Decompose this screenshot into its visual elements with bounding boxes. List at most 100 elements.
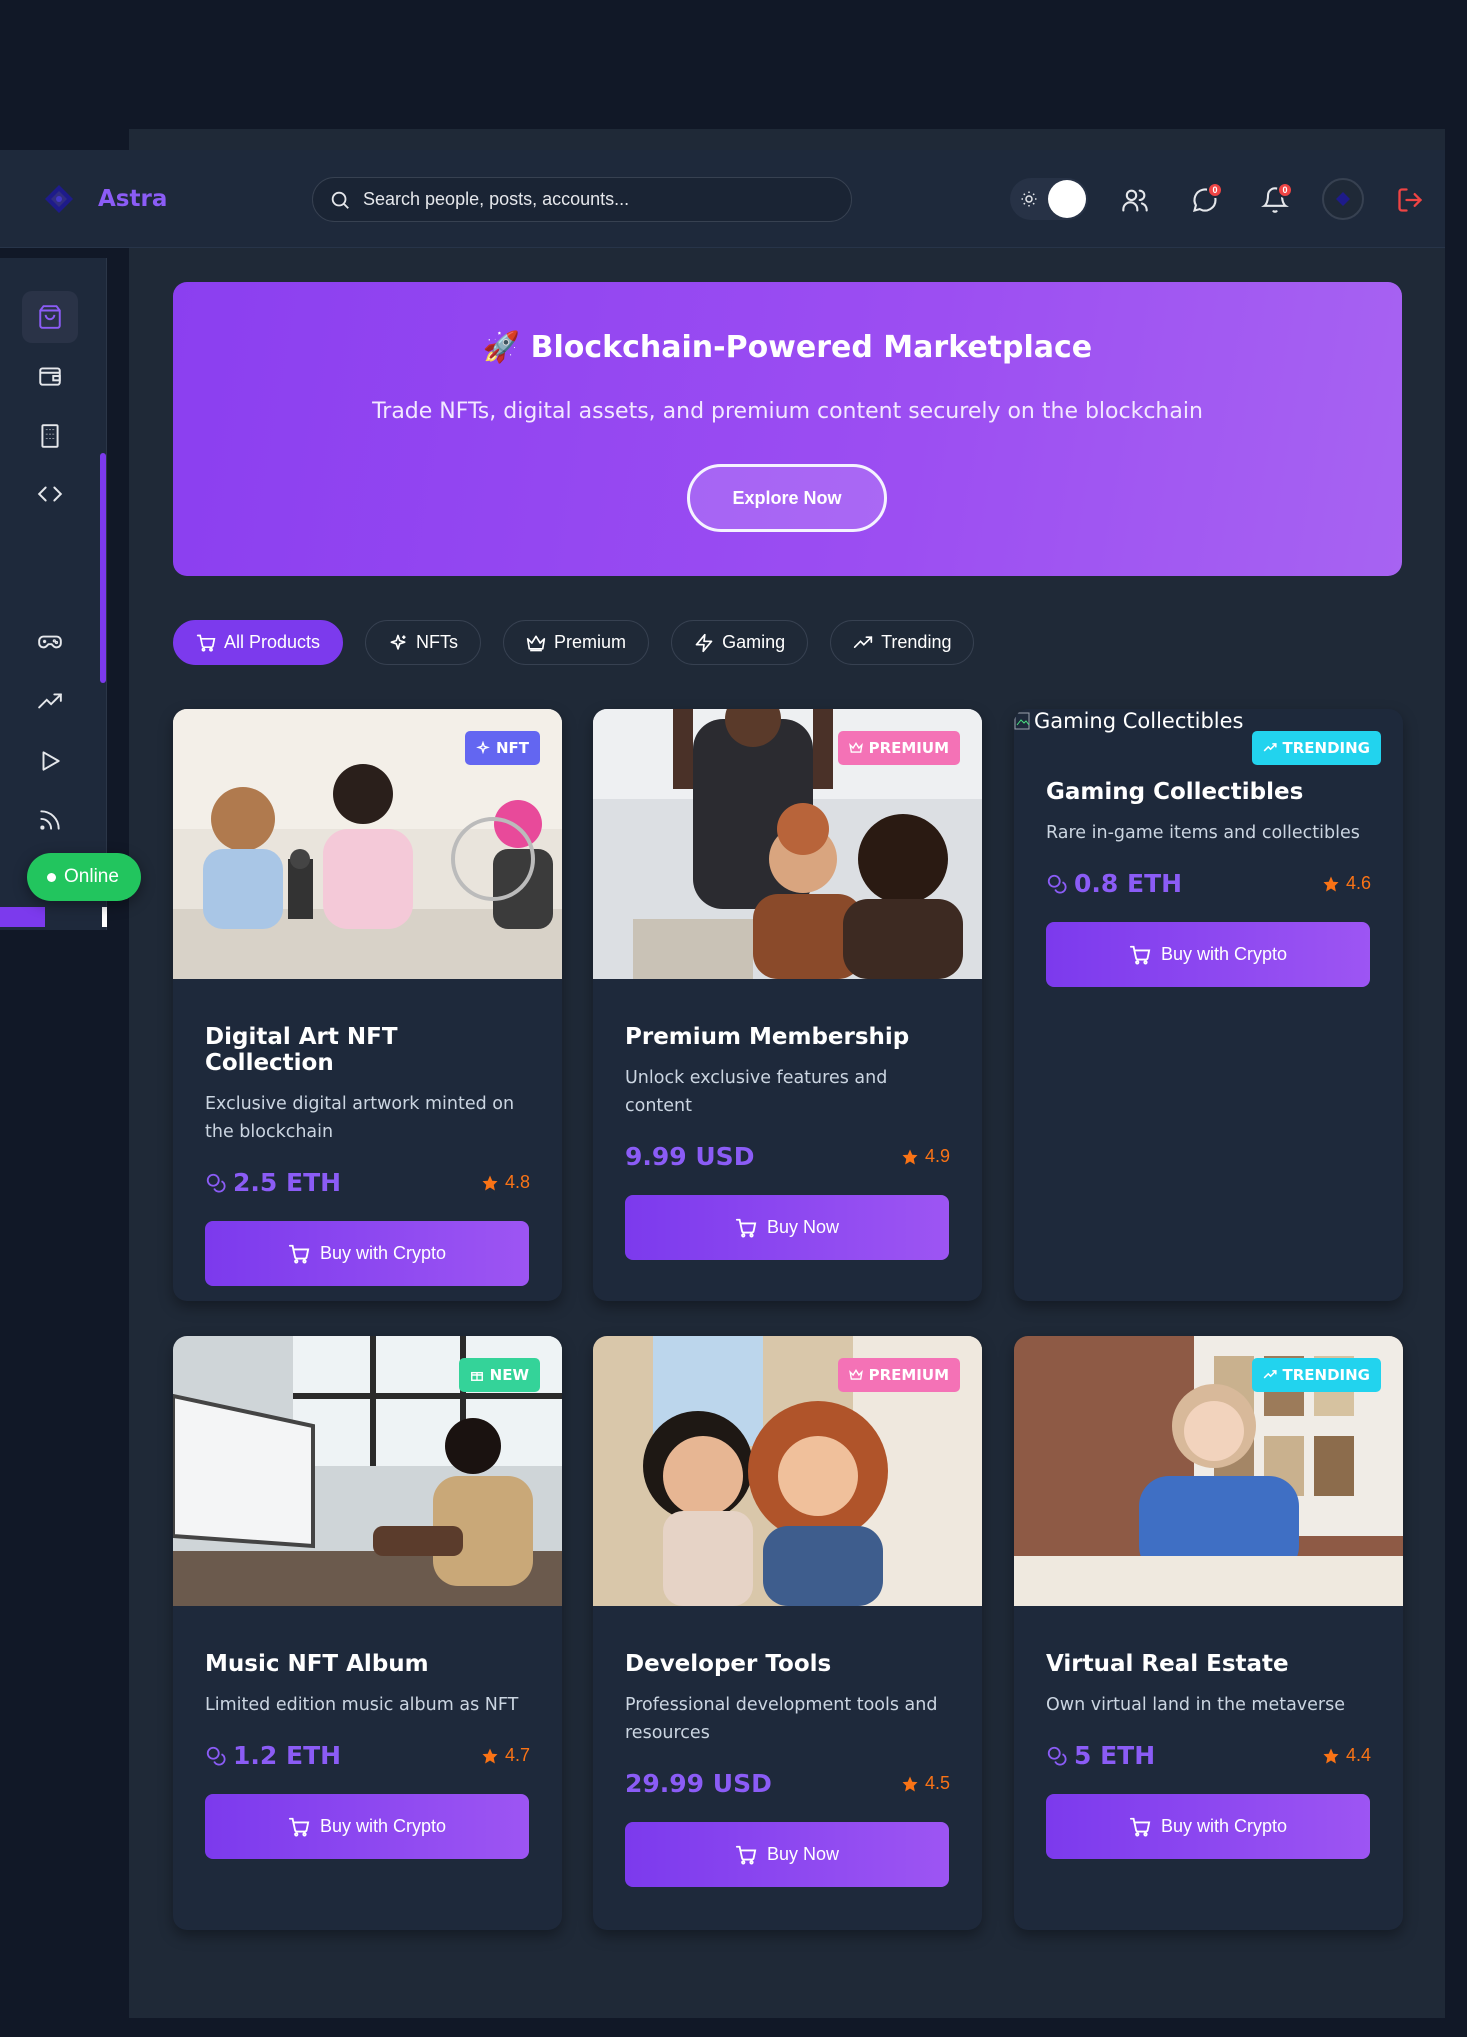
cart-icon: [735, 1845, 757, 1864]
rating-value: 4.6: [1345, 873, 1371, 893]
rating-value: 4.7: [504, 1745, 530, 1765]
sidebar-item-video[interactable]: [22, 735, 78, 787]
product-title: Virtual Real Estate: [1046, 1651, 1289, 1677]
filter-premium[interactable]: Premium: [503, 620, 650, 665]
notifications-button[interactable]: 0: [1255, 180, 1295, 220]
cart-icon: [288, 1244, 310, 1263]
buy-with-crypto-button[interactable]: Buy with Crypto: [1046, 1794, 1370, 1859]
toggle-knob: [1048, 180, 1086, 218]
hero-subtitle: Trade NFTs, digital assets, and premium …: [372, 399, 1203, 424]
product-card[interactable]: TRENDING Virtual Real Estate Own virtual…: [1014, 1336, 1403, 1930]
cart-icon: [288, 1817, 310, 1836]
avatar-logo-icon: [1336, 192, 1350, 206]
online-label: Online: [64, 866, 119, 887]
buy-with-crypto-button[interactable]: Buy with Crypto: [205, 1794, 529, 1859]
theme-toggle[interactable]: [1010, 178, 1088, 220]
search-input[interactable]: [363, 189, 833, 210]
product-description: Own virtual land in the metaverse: [1046, 1695, 1346, 1715]
button-label: Buy with Crypto: [319, 1243, 447, 1263]
filter-label: NFTs: [416, 632, 459, 652]
sparkles-icon: [390, 634, 406, 650]
price-value: 2.5 ETH: [233, 1168, 342, 1197]
horizontal-scrollbar-thumb[interactable]: [0, 907, 45, 927]
product-rating: 4.8: [481, 1172, 530, 1193]
sidebar-item-gaming[interactable]: [22, 616, 78, 668]
cart-icon: [735, 1218, 757, 1237]
product-image: NEW: [173, 1336, 562, 1606]
buy-with-crypto-button[interactable]: Buy with Crypto: [1046, 922, 1370, 987]
logout-button[interactable]: [1390, 180, 1430, 220]
product-image: PREMIUM: [593, 709, 982, 979]
sidebar-item-trending[interactable]: [22, 676, 78, 728]
sidebar-item-marketplace[interactable]: [22, 291, 78, 343]
buy-now-button[interactable]: Buy Now: [625, 1195, 949, 1260]
sidebar-scrollbar[interactable]: [100, 453, 106, 683]
product-price: 0.8 ETH: [1046, 869, 1182, 898]
product-tag: NFT: [464, 731, 540, 765]
gamepad-icon: [38, 635, 62, 649]
messages-button[interactable]: 0: [1185, 180, 1225, 220]
notifications-badge: 0: [1277, 182, 1293, 198]
product-price: 1.2 ETH: [205, 1741, 341, 1770]
product-rating: 4.4: [1322, 1745, 1371, 1766]
filter-nfts[interactable]: NFTs: [365, 620, 482, 665]
price-value: 9.99 USD: [625, 1142, 755, 1171]
star-icon: [482, 1175, 498, 1190]
sidebar-item-code[interactable]: [22, 468, 78, 520]
product-rating: 4.6: [1322, 873, 1371, 894]
crown-icon: [848, 742, 863, 753]
product-price: 9.99 USD: [625, 1142, 754, 1171]
sidebar-item-feed[interactable]: [22, 794, 78, 846]
building-icon: [41, 424, 59, 448]
price-value: 5 ETH: [1074, 1741, 1156, 1770]
star-icon: [902, 1776, 918, 1791]
buy-with-crypto-button[interactable]: Buy with Crypto: [205, 1221, 529, 1286]
price-value: 0.8 ETH: [1074, 869, 1183, 898]
trending-up-icon: [38, 693, 62, 709]
category-filters: All Products NFTs Premium Gaming Trendin…: [173, 620, 975, 665]
product-rating: 4.5: [901, 1773, 950, 1794]
sidebar-item-wallet[interactable]: [22, 350, 78, 402]
product-description: Exclusive digital artwork minted on the …: [205, 1094, 515, 1142]
product-card[interactable]: PREMIUM Premium Membership Unlock exclus…: [593, 709, 982, 1301]
filter-trending[interactable]: Trending: [830, 620, 975, 665]
product-tag: TRENDING: [1251, 1358, 1381, 1392]
play-icon: [42, 751, 60, 771]
users-icon: [1122, 189, 1148, 212]
product-card[interactable]: NEW Music NFT Album Limited edition musi…: [173, 1336, 562, 1930]
product-price: 29.99 USD: [625, 1769, 772, 1798]
product-image: TRENDING: [1014, 1336, 1403, 1606]
price-value: 29.99 USD: [625, 1769, 772, 1798]
logo[interactable]: Astra: [40, 180, 167, 218]
user-avatar[interactable]: [1322, 178, 1364, 220]
product-title: Premium Membership: [625, 1024, 910, 1050]
cart-icon: [1129, 1817, 1151, 1836]
filter-all-products[interactable]: All Products: [173, 620, 344, 665]
buy-now-button[interactable]: Buy Now: [625, 1822, 949, 1887]
product-card[interactable]: Gaming Collectibles TRENDING Gaming Coll…: [1014, 709, 1403, 1301]
product-card[interactable]: NFT Digital Art NFT Collection Exclusive…: [173, 709, 562, 1301]
product-card[interactable]: PREMIUM Developer Tools Professional dev…: [593, 1336, 982, 1930]
product-title: Digital Art NFT Collection: [205, 1024, 398, 1076]
tag-label: PREMIUM: [868, 739, 949, 757]
friends-button[interactable]: [1115, 180, 1155, 220]
coins-icon: [1047, 1746, 1067, 1766]
product-title: Developer Tools: [625, 1651, 832, 1677]
product-price: 2.5 ETH: [205, 1168, 341, 1197]
price-value: 1.2 ETH: [233, 1741, 342, 1770]
filter-gaming[interactable]: Gaming: [671, 620, 809, 665]
shopping-bag-icon: [39, 305, 61, 329]
coins-icon: [206, 1746, 226, 1766]
filter-label: Premium: [554, 632, 627, 652]
product-description: Rare in-game items and collectibles: [1046, 823, 1360, 843]
sparkles-icon: [476, 741, 490, 755]
coins-icon: [206, 1173, 226, 1193]
tag-label: TRENDING: [1282, 1366, 1370, 1384]
gift-icon: [470, 1371, 483, 1381]
sidebar-item-buildings[interactable]: [22, 410, 78, 462]
product-title: Gaming Collectibles: [1046, 779, 1304, 805]
search-bar[interactable]: [312, 177, 852, 222]
product-description: Unlock exclusive features and content: [625, 1068, 888, 1116]
explore-now-button[interactable]: Explore Now: [687, 464, 887, 532]
product-image: NFT: [173, 709, 562, 979]
